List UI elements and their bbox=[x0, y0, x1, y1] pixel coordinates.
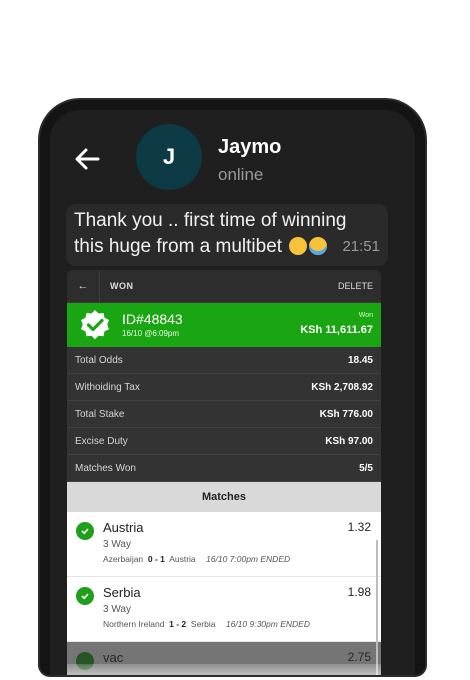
match-pick: Serbia bbox=[103, 585, 141, 600]
match-away: Austria bbox=[169, 554, 196, 564]
fade-overlay bbox=[67, 664, 381, 675]
match-item: Serbia 1.98 3 Way Northern Ireland 1 - 2… bbox=[67, 577, 381, 642]
match-home: Azerbaijan bbox=[103, 554, 144, 564]
summary-value: KSh 2,708.92 bbox=[311, 381, 373, 393]
bet-back-icon: ← bbox=[77, 280, 89, 292]
match-item: Austria 1.32 3 Way Azerbaijan 0 - 1 Aust… bbox=[67, 512, 381, 577]
match-pick: Austria bbox=[103, 520, 144, 535]
summary-row-matches-won: Matches Won 5/5 bbox=[67, 455, 381, 482]
match-odds: 1.32 bbox=[347, 520, 371, 534]
match-score: 1 - 2 bbox=[169, 619, 187, 629]
summary-row-excise-duty: Excise Duty KSh 97.00 bbox=[67, 428, 381, 455]
check-icon bbox=[76, 522, 94, 540]
summary-value: KSh 97.00 bbox=[325, 435, 373, 447]
avatar-letter: J bbox=[162, 144, 176, 169]
match-result: Azerbaijan 0 - 1 Austria 16/10 7:00pm EN… bbox=[103, 554, 290, 564]
match-market: 3 Way bbox=[103, 539, 131, 550]
bet-top-title: WON bbox=[110, 281, 134, 291]
summary-row-withholding-tax: Withoiding Tax KSh 2,708.92 bbox=[67, 374, 381, 401]
match-away: Serbia bbox=[190, 619, 216, 629]
tears-of-joy-emoji-icon bbox=[309, 237, 328, 255]
summary-value: KSh 776.00 bbox=[319, 408, 373, 420]
message-time: 21:51 bbox=[342, 238, 380, 255]
message-bubble[interactable]: Thank you .. first time of winning this … bbox=[66, 204, 388, 266]
bet-amount: KSh 11,611.67 bbox=[300, 324, 373, 336]
summary-label: Total Odds bbox=[75, 354, 123, 366]
match-odds: 1.98 bbox=[347, 585, 371, 599]
match-info: 16/10 7:00pm ENDED bbox=[206, 554, 291, 564]
match-odds: 2.75 bbox=[347, 650, 371, 664]
matches-header: Matches bbox=[67, 482, 381, 512]
phone-frame: J Jaymo online Thank you .. first time o… bbox=[40, 100, 425, 675]
avatar[interactable]: J bbox=[136, 124, 202, 190]
contact-name[interactable]: Jaymo bbox=[218, 136, 281, 159]
bet-delete-label: DELETE bbox=[337, 281, 373, 291]
smiling-face-emoji-icon bbox=[289, 237, 308, 255]
chat-screen: J Jaymo online Thank you .. first time o… bbox=[50, 110, 415, 675]
match-home: Northern Ireland bbox=[103, 619, 165, 629]
chat-header: J Jaymo online bbox=[50, 110, 415, 200]
bet-id: ID#48843 bbox=[122, 311, 183, 327]
win-banner: ID#48843 16/10 @6:09pm Won KSh 11,611.67 bbox=[67, 303, 381, 347]
match-market: 3 Way bbox=[103, 604, 131, 615]
verified-check-icon bbox=[79, 309, 111, 341]
bet-status: Won bbox=[358, 312, 373, 319]
summary-label: Total Stake bbox=[75, 408, 125, 420]
summary-label: Withoiding Tax bbox=[75, 381, 140, 393]
summary-label: Excise Duty bbox=[75, 435, 128, 447]
match-info: 16/10 9:30pm ENDED bbox=[225, 619, 310, 629]
match-result: Northern Ireland 1 - 2 Serbia 16/10 9:30… bbox=[103, 619, 310, 629]
bet-date: 16/10 @6:09pm bbox=[122, 329, 180, 338]
summary-label: Matches Won bbox=[75, 462, 136, 474]
check-icon bbox=[76, 587, 94, 605]
scrollbar[interactable] bbox=[376, 540, 378, 675]
back-arrow-icon[interactable] bbox=[70, 142, 104, 176]
summary-row-total-stake: Total Stake KSh 776.00 bbox=[67, 401, 381, 428]
summary-value: 5/5 bbox=[359, 462, 373, 474]
match-score: 0 - 1 bbox=[147, 554, 165, 564]
summary-value: 18.45 bbox=[347, 354, 373, 366]
contact-status: online bbox=[218, 165, 264, 184]
summary-row-total-odds: Total Odds 18.45 bbox=[67, 347, 381, 374]
bet-top-bar: ← WON DELETE bbox=[67, 270, 381, 303]
match-pick: vac bbox=[103, 650, 124, 665]
bet-slip-image[interactable]: ← WON DELETE ID#48843 16/10 @6:09pm Won … bbox=[67, 270, 381, 675]
